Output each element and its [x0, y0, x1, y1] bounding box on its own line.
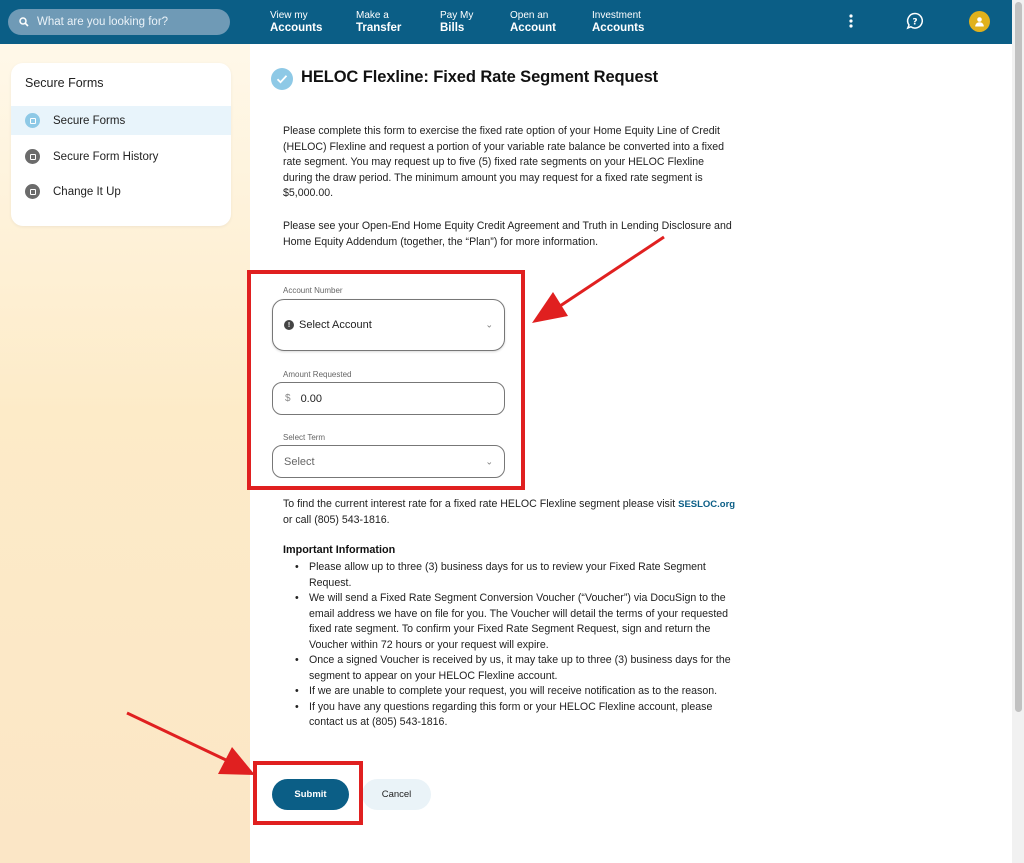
scrollbar-thumb[interactable]	[1015, 2, 1022, 712]
annotation-arrow-submit	[126, 711, 255, 775]
annotation-arrows	[126, 235, 665, 775]
annotation-arrow-form	[532, 235, 665, 323]
